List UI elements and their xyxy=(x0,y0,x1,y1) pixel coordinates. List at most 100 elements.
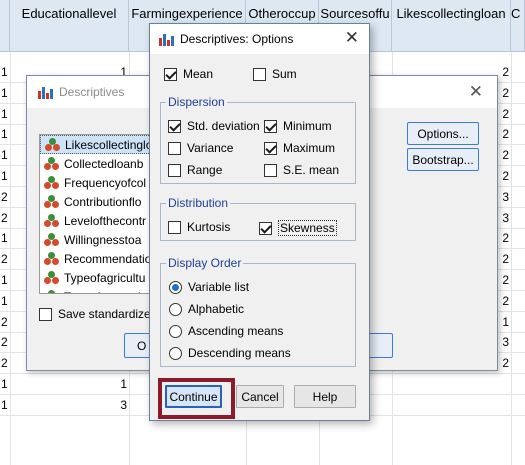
row-number[interactable]: 2 xyxy=(0,249,10,269)
bootstrap-button[interactable]: Bootstrap... xyxy=(407,148,479,171)
row-header-corner xyxy=(0,0,10,52)
close-icon[interactable]: ✕ xyxy=(469,82,483,102)
variable-label: Typeofagricultu xyxy=(64,270,146,285)
sum-checkbox[interactable]: Sum xyxy=(253,67,297,81)
checkbox-box[interactable] xyxy=(168,220,181,234)
row-number[interactable]: 1 xyxy=(0,270,10,290)
radio-label: Descending means xyxy=(188,346,291,360)
variable-label: Willingnesstoa xyxy=(64,232,142,247)
row-number[interactable]: 1 xyxy=(0,395,10,415)
options-title: Descriptives: Options xyxy=(180,32,294,46)
options-titlebar[interactable]: Descriptives: Options ✕ xyxy=(150,24,369,54)
column-header-label: Educationallevel xyxy=(21,6,117,21)
checkbox-box[interactable] xyxy=(259,221,272,235)
maximum-label: Maximum xyxy=(283,141,336,155)
minimum-checkbox[interactable]: Minimum xyxy=(264,119,332,133)
table-cell[interactable] xyxy=(392,374,509,394)
checkbox-box[interactable] xyxy=(264,141,277,155)
row-number[interactable]: 2 xyxy=(0,332,10,352)
checkbox-box[interactable] xyxy=(164,67,177,81)
radio-ascending-means[interactable]: Ascending means xyxy=(169,324,283,338)
row-number[interactable]: 1 xyxy=(0,145,10,165)
checkbox-box[interactable] xyxy=(168,141,181,155)
variable-list-item[interactable]: Typeofagricultu xyxy=(40,268,153,287)
row-number[interactable]: 2 xyxy=(0,208,10,228)
column-header-educationallevel[interactable]: Educationallevel xyxy=(10,0,129,52)
cancel-button[interactable]: Cancel xyxy=(236,385,284,408)
row-number[interactable]: 1 xyxy=(0,104,10,124)
radio-label: Alphabetic xyxy=(188,302,245,316)
variance-checkbox[interactable]: Variance xyxy=(168,141,233,155)
checkbox-box[interactable] xyxy=(253,67,266,81)
descriptives-title: Descriptives xyxy=(59,85,125,99)
help-button[interactable]: Help xyxy=(294,385,356,408)
radio-descending-means[interactable]: Descending means xyxy=(169,346,291,360)
sum-label: Sum xyxy=(272,67,297,81)
variable-list-item[interactable]: Contributionflo xyxy=(40,192,153,211)
checkbox-box[interactable] xyxy=(39,307,52,321)
variable-label: Typeofenterpris xyxy=(64,290,147,294)
std-deviation-checkbox[interactable]: Std. deviation xyxy=(168,119,260,133)
range-checkbox[interactable]: Range xyxy=(168,163,222,177)
variable-label: Frequencyofcol xyxy=(64,175,147,190)
scale-variable-icon xyxy=(44,175,60,190)
radio-variable-list[interactable]: Variable list xyxy=(169,280,249,294)
variable-list-item[interactable]: Typeofenterpris xyxy=(40,287,153,294)
radio-alphabetic[interactable]: Alphabetic xyxy=(169,302,244,316)
row-number[interactable]: 1 xyxy=(0,374,10,394)
checkbox-box[interactable] xyxy=(168,163,181,177)
radio-button[interactable] xyxy=(169,324,182,338)
row-number[interactable]: 1 xyxy=(0,83,10,103)
skewness-checkbox[interactable]: Skewness xyxy=(259,220,337,236)
kurtosis-label: Kurtosis xyxy=(187,220,231,234)
variable-list-item[interactable]: Willingnesstoa xyxy=(40,230,153,249)
app-icon xyxy=(158,31,174,47)
column-header-label: C xyxy=(511,6,521,21)
table-cell[interactable] xyxy=(392,395,509,415)
variable-list-item[interactable]: Frequencyofcol xyxy=(40,173,153,192)
row-number[interactable]: 2 xyxy=(0,312,10,332)
variable-label: Levelofthecontr xyxy=(64,213,147,228)
variable-list-item[interactable]: Likescollectingloan xyxy=(40,135,153,154)
row-number[interactable]: 1 xyxy=(0,228,10,248)
minimum-label: Minimum xyxy=(283,119,332,133)
table-cell[interactable]: 1 xyxy=(10,374,127,394)
checkbox-box[interactable] xyxy=(264,119,277,133)
save-standardized-label: Save standardize xyxy=(58,307,151,321)
radio-button[interactable] xyxy=(169,280,182,294)
variable-list[interactable]: Likescollectingloan Collectedloanb Frequen… xyxy=(39,134,154,294)
kurtosis-checkbox[interactable]: Kurtosis xyxy=(168,220,230,234)
row-number[interactable]: 1 xyxy=(0,291,10,311)
se-mean-checkbox[interactable]: S.E. mean xyxy=(264,163,339,177)
row-number[interactable]: 1 xyxy=(0,166,10,186)
radio-button[interactable] xyxy=(169,302,182,316)
scale-variable-icon xyxy=(44,270,60,285)
dispersion-title: Dispersion xyxy=(166,95,227,109)
range-label: Range xyxy=(187,163,223,177)
checkbox-box[interactable] xyxy=(264,163,277,177)
radio-button[interactable] xyxy=(169,346,182,360)
variable-list-item[interactable]: Recommendatio xyxy=(40,249,153,268)
save-standardized-checkbox[interactable]: Save standardize xyxy=(39,307,151,321)
scale-variable-icon xyxy=(44,232,60,247)
maximum-checkbox[interactable]: Maximum xyxy=(264,141,335,155)
radio-label: Variable list xyxy=(188,280,250,294)
std-deviation-label: Std. deviation xyxy=(187,119,260,133)
table-cell[interactable]: 3 xyxy=(10,395,127,415)
close-icon[interactable]: ✕ xyxy=(345,28,359,48)
variance-label: Variance xyxy=(187,141,234,155)
row-number[interactable]: 1 xyxy=(0,62,10,82)
variable-label: Collectedloanb xyxy=(64,156,144,171)
variable-list-item[interactable]: Levelofthecontr xyxy=(40,211,153,230)
checkbox-box[interactable] xyxy=(168,119,181,133)
mean-checkbox[interactable]: Mean xyxy=(164,67,213,81)
row-number[interactable]: 2 xyxy=(0,187,10,207)
column-header-likescollectingloan[interactable]: Likescollectingloan xyxy=(392,0,511,52)
row-number[interactable]: 2 xyxy=(0,353,10,373)
column-header-partial[interactable]: C xyxy=(511,0,525,52)
options-button[interactable]: Options... xyxy=(407,122,479,145)
row-number[interactable]: 1 xyxy=(0,124,10,144)
column-header-label: Likescollectingloan xyxy=(396,6,506,21)
variable-label: Contributionflo xyxy=(64,194,142,209)
variable-list-item[interactable]: Collectedloanb xyxy=(40,154,153,173)
